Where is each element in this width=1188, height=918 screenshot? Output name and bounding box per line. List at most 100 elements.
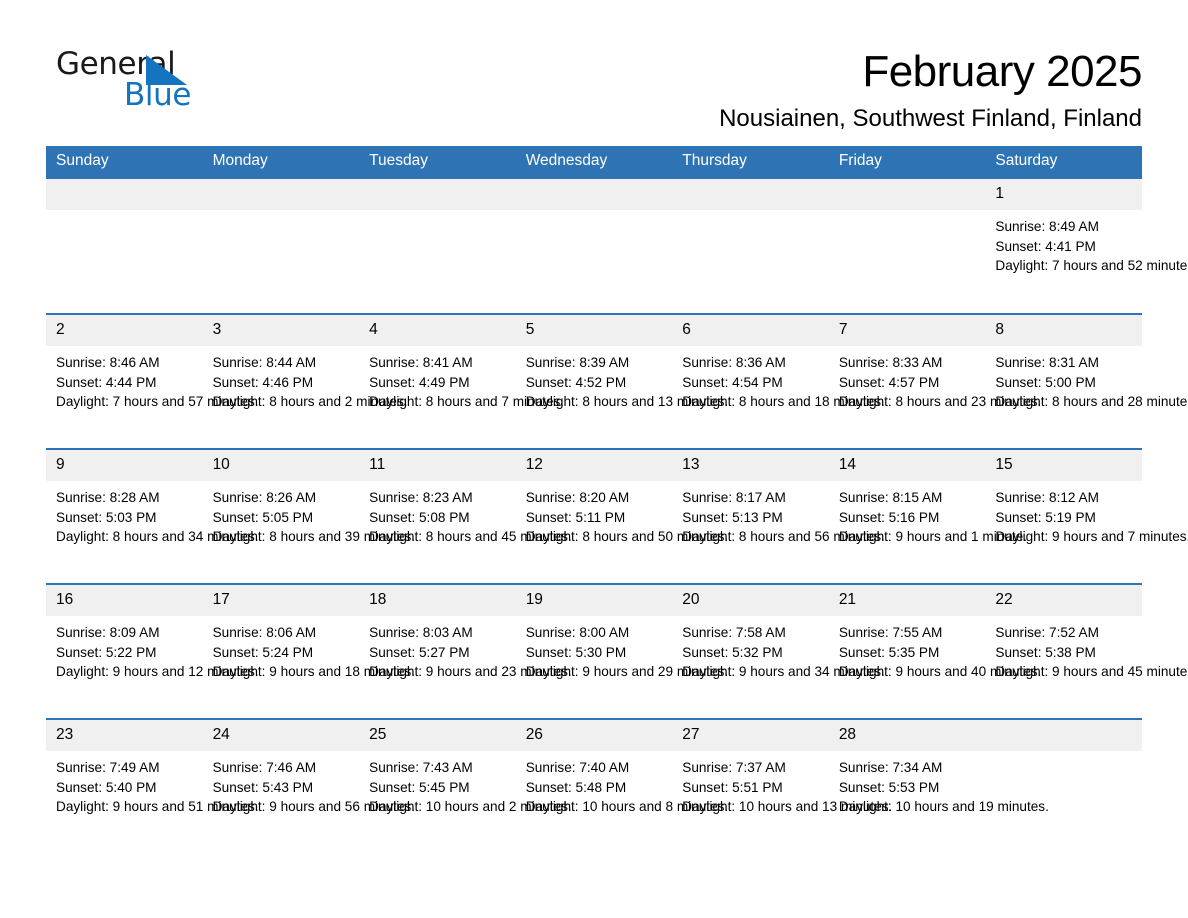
sunset-text: Sunset: 4:44 PM <box>56 374 157 390</box>
calendar-day-cell[interactable]: 14 Sunrise: 8:15 AM Sunset: 5:16 PM Dayligh… <box>828 448 1027 584</box>
sunrise-text: Sunrise: 7:34 AM <box>838 760 943 775</box>
day-number: 15 <box>985 450 1142 481</box>
weekday-header-monday: Monday <box>202 146 360 178</box>
calendar-day-cell[interactable]: 8 Sunrise: 8:31 AM Sunset: 5:00 PM Daylight… <box>985 313 1188 449</box>
calendar-page: General Blue February 2025 Nousiainen, S… <box>0 0 1188 918</box>
sunrise-text: Sunrise: 8:23 AM <box>369 490 473 505</box>
calendar-day-cell[interactable]: 9 Sunrise: 8:28 AM Sunset: 5:03 PM Daylight… <box>46 448 259 584</box>
calendar-body: 1 Sunrise: 8:49 AM Sunset: 4:41 PM Daylight… <box>46 177 1188 854</box>
sunset-text: Sunset: 5:35 PM <box>838 644 940 660</box>
day-sun-info: Sunrise: 8:41 AM Sunset: 4:49 PM Daylight:… <box>359 346 565 412</box>
calendar-day-cell[interactable]: 3 Sunrise: 8:44 AM Sunset: 4:46 PM Daylight… <box>202 313 408 449</box>
day-sun-info: Sunrise: 8:49 AM Sunset: 4:41 PM Daylight:… <box>985 210 1188 276</box>
title-block: February 2025 Nousiainen, Southwest Finl… <box>719 46 1142 134</box>
calendar-day-cell[interactable]: 13 Sunrise: 8:17 AM Sunset: 5:13 PM Dayligh… <box>672 448 885 584</box>
sunset-text: Sunset: 5:19 PM <box>995 509 1096 525</box>
day-sun-info: Sunrise: 8:03 AM Sunset: 5:27 PM Daylight:… <box>359 616 572 682</box>
page-header: General Blue February 2025 Nousiainen, S… <box>46 0 1142 134</box>
day-number: 27 <box>672 720 829 751</box>
calendar-day-cell[interactable]: 19 Sunrise: 8:00 AM Sunset: 5:30 PM Dayligh… <box>515 583 729 719</box>
day-sun-info: Sunrise: 7:49 AM Sunset: 5:40 PM Daylight:… <box>46 751 259 817</box>
calendar-day-cell[interactable]: 27 Sunrise: 7:37 AM Sunset: 5:51 PM Dayligh… <box>672 718 893 854</box>
calendar-day-cell[interactable]: 22 Sunrise: 7:52 AM Sunset: 5:38 PM Dayligh… <box>985 583 1188 719</box>
day-sun-info: Sunrise: 7:37 AM Sunset: 5:51 PM Daylight:… <box>672 751 893 817</box>
sunrise-text: Sunrise: 8:03 AM <box>369 625 473 640</box>
daylight-text: Daylight: 8 hours and 7 minutes. <box>369 394 565 410</box>
calendar-day-cell[interactable]: 17 Sunrise: 8:06 AM Sunset: 5:24 PM Dayligh… <box>202 583 415 719</box>
calendar-day-cell[interactable]: 4 Sunrise: 8:41 AM Sunset: 4:49 PM Daylight… <box>359 313 565 449</box>
sunset-text: Sunset: 5:24 PM <box>212 644 314 660</box>
day-cell-content: 7 Sunrise: 8:33 AM Sunset: 4:57 PM Daylight… <box>828 315 1041 448</box>
day-cell-content: 27 Sunrise: 7:37 AM Sunset: 5:51 PM Dayligh… <box>672 720 893 854</box>
calendar-day-cell-empty <box>202 177 360 314</box>
calendar-week-row: 9 Sunrise: 8:28 AM Sunset: 5:03 PM Daylight… <box>46 448 1188 584</box>
sunrise-text: Sunrise: 8:20 AM <box>525 490 630 505</box>
day-cell-content: 10 Sunrise: 8:26 AM Sunset: 5:05 PM Dayligh… <box>202 450 415 583</box>
calendar-day-cell[interactable]: 26 Sunrise: 7:40 AM Sunset: 5:48 PM Dayligh… <box>515 718 728 854</box>
generalblue-logo[interactable]: General Blue <box>46 46 206 118</box>
weekday-header-friday: Friday <box>828 146 986 178</box>
calendar-day-cell[interactable]: 21 Sunrise: 7:55 AM Sunset: 5:35 PM Dayligh… <box>828 583 1041 719</box>
calendar-day-cell[interactable]: 6 Sunrise: 8:36 AM Sunset: 4:54 PM Daylight… <box>672 313 885 449</box>
weekday-header-wednesday: Wednesday <box>515 146 673 178</box>
daylight-text: Daylight: 10 hours and 13 minutes. <box>682 799 893 815</box>
calendar-day-cell[interactable]: 7 Sunrise: 8:33 AM Sunset: 4:57 PM Daylight… <box>828 313 1041 449</box>
sunset-text: Sunset: 5:22 PM <box>56 644 157 660</box>
daylight-text: Daylight: 9 hours and 1 minute. <box>838 529 1027 545</box>
daylight-text: Daylight: 9 hours and 29 minutes. <box>525 664 729 680</box>
calendar-day-cell[interactable]: 25 Sunrise: 7:43 AM Sunset: 5:45 PM Dayligh… <box>359 718 572 854</box>
day-cell-content: 8 Sunrise: 8:31 AM Sunset: 5:00 PM Daylight… <box>985 315 1188 448</box>
day-sun-info: Sunrise: 7:43 AM Sunset: 5:45 PM Daylight:… <box>359 751 572 817</box>
calendar-day-cell[interactable]: 15 Sunrise: 8:12 AM Sunset: 5:19 PM Dayligh… <box>985 448 1188 584</box>
calendar-day-cell[interactable]: 10 Sunrise: 8:26 AM Sunset: 5:05 PM Dayligh… <box>202 448 415 584</box>
day-cell-content: 9 Sunrise: 8:28 AM Sunset: 5:03 PM Daylight… <box>46 450 259 583</box>
sunrise-text: Sunrise: 8:17 AM <box>682 490 786 505</box>
calendar-day-cell[interactable]: 1 Sunrise: 8:49 AM Sunset: 4:41 PM Daylight… <box>985 177 1188 314</box>
day-number: 16 <box>46 585 203 616</box>
day-sun-info: Sunrise: 8:46 AM Sunset: 4:44 PM Daylight:… <box>46 346 259 412</box>
daylight-text: Daylight: 8 hours and 56 minutes. <box>682 529 885 545</box>
day-number: 1 <box>985 179 1142 210</box>
calendar-day-cell-empty <box>46 177 203 314</box>
calendar-day-cell[interactable]: 20 Sunrise: 7:58 AM Sunset: 5:32 PM Dayligh… <box>672 583 885 719</box>
sunset-text: Sunset: 5:30 PM <box>525 644 627 660</box>
day-number: 13 <box>672 450 829 481</box>
calendar-day-cell[interactable]: 16 Sunrise: 8:09 AM Sunset: 5:22 PM Dayligh… <box>46 583 259 719</box>
day-sun-info: Sunrise: 8:44 AM Sunset: 4:46 PM Daylight:… <box>203 346 408 412</box>
logo-text-blue: Blue <box>124 77 191 113</box>
sunrise-text: Sunrise: 7:52 AM <box>995 625 1099 640</box>
day-sun-info: Sunrise: 8:15 AM Sunset: 5:16 PM Daylight:… <box>829 481 1027 547</box>
day-sun-info: Sunrise: 7:34 AM Sunset: 5:53 PM Daylight:… <box>829 751 1049 817</box>
calendar-day-cell[interactable]: 5 Sunrise: 8:39 AM Sunset: 4:52 PM Daylight… <box>515 313 728 449</box>
calendar-day-cell-empty <box>359 177 516 314</box>
daylight-text: Daylight: 7 hours and 52 minutes. <box>995 258 1188 274</box>
day-number: 10 <box>202 450 360 481</box>
day-number: 23 <box>46 720 203 751</box>
calendar-day-cell[interactable]: 11 Sunrise: 8:23 AM Sunset: 5:08 PM Dayligh… <box>359 448 572 584</box>
calendar-day-cell[interactable]: 23 Sunrise: 7:49 AM Sunset: 5:40 PM Dayligh… <box>46 718 259 854</box>
day-cell-content: 2 Sunrise: 8:46 AM Sunset: 4:44 PM Daylight… <box>46 315 259 448</box>
sunrise-text: Sunrise: 7:58 AM <box>682 625 786 640</box>
daylight-text: Daylight: 8 hours and 28 minutes. <box>995 394 1188 410</box>
weekday-header-tuesday: Tuesday <box>359 146 516 178</box>
day-number: 19 <box>515 585 673 616</box>
page-title: February 2025 <box>862 47 1142 96</box>
day-number <box>828 179 986 210</box>
calendar-day-cell[interactable]: 12 Sunrise: 8:20 AM Sunset: 5:11 PM Dayligh… <box>515 448 728 584</box>
sunrise-text: Sunrise: 8:49 AM <box>995 219 1099 234</box>
calendar-day-cell[interactable]: 18 Sunrise: 8:03 AM Sunset: 5:27 PM Dayligh… <box>359 583 572 719</box>
sunrise-text: Sunrise: 8:09 AM <box>56 625 160 640</box>
sunrise-text: Sunrise: 8:12 AM <box>995 490 1099 505</box>
daylight-text: Daylight: 9 hours and 23 minutes. <box>369 664 572 680</box>
daylight-text: Daylight: 9 hours and 12 minutes. <box>56 664 259 680</box>
calendar-day-cell[interactable]: 28 Sunrise: 7:34 AM Sunset: 5:53 PM Dayligh… <box>828 718 1049 854</box>
day-cell-content: 23 Sunrise: 7:49 AM Sunset: 5:40 PM Dayligh… <box>46 720 259 854</box>
calendar-day-cell[interactable]: 2 Sunrise: 8:46 AM Sunset: 4:44 PM Daylight… <box>46 313 259 449</box>
sunset-text: Sunset: 4:49 PM <box>369 374 470 390</box>
day-cell-content <box>828 179 986 313</box>
sunset-text: Sunset: 5:48 PM <box>525 779 627 795</box>
day-number: 21 <box>828 585 986 616</box>
day-cell-content: 1 Sunrise: 8:49 AM Sunset: 4:41 PM Daylight… <box>985 179 1188 313</box>
calendar-day-cell[interactable]: 24 Sunrise: 7:46 AM Sunset: 5:43 PM Dayligh… <box>202 718 415 854</box>
day-cell-content: 21 Sunrise: 7:55 AM Sunset: 5:35 PM Dayligh… <box>828 585 1041 718</box>
